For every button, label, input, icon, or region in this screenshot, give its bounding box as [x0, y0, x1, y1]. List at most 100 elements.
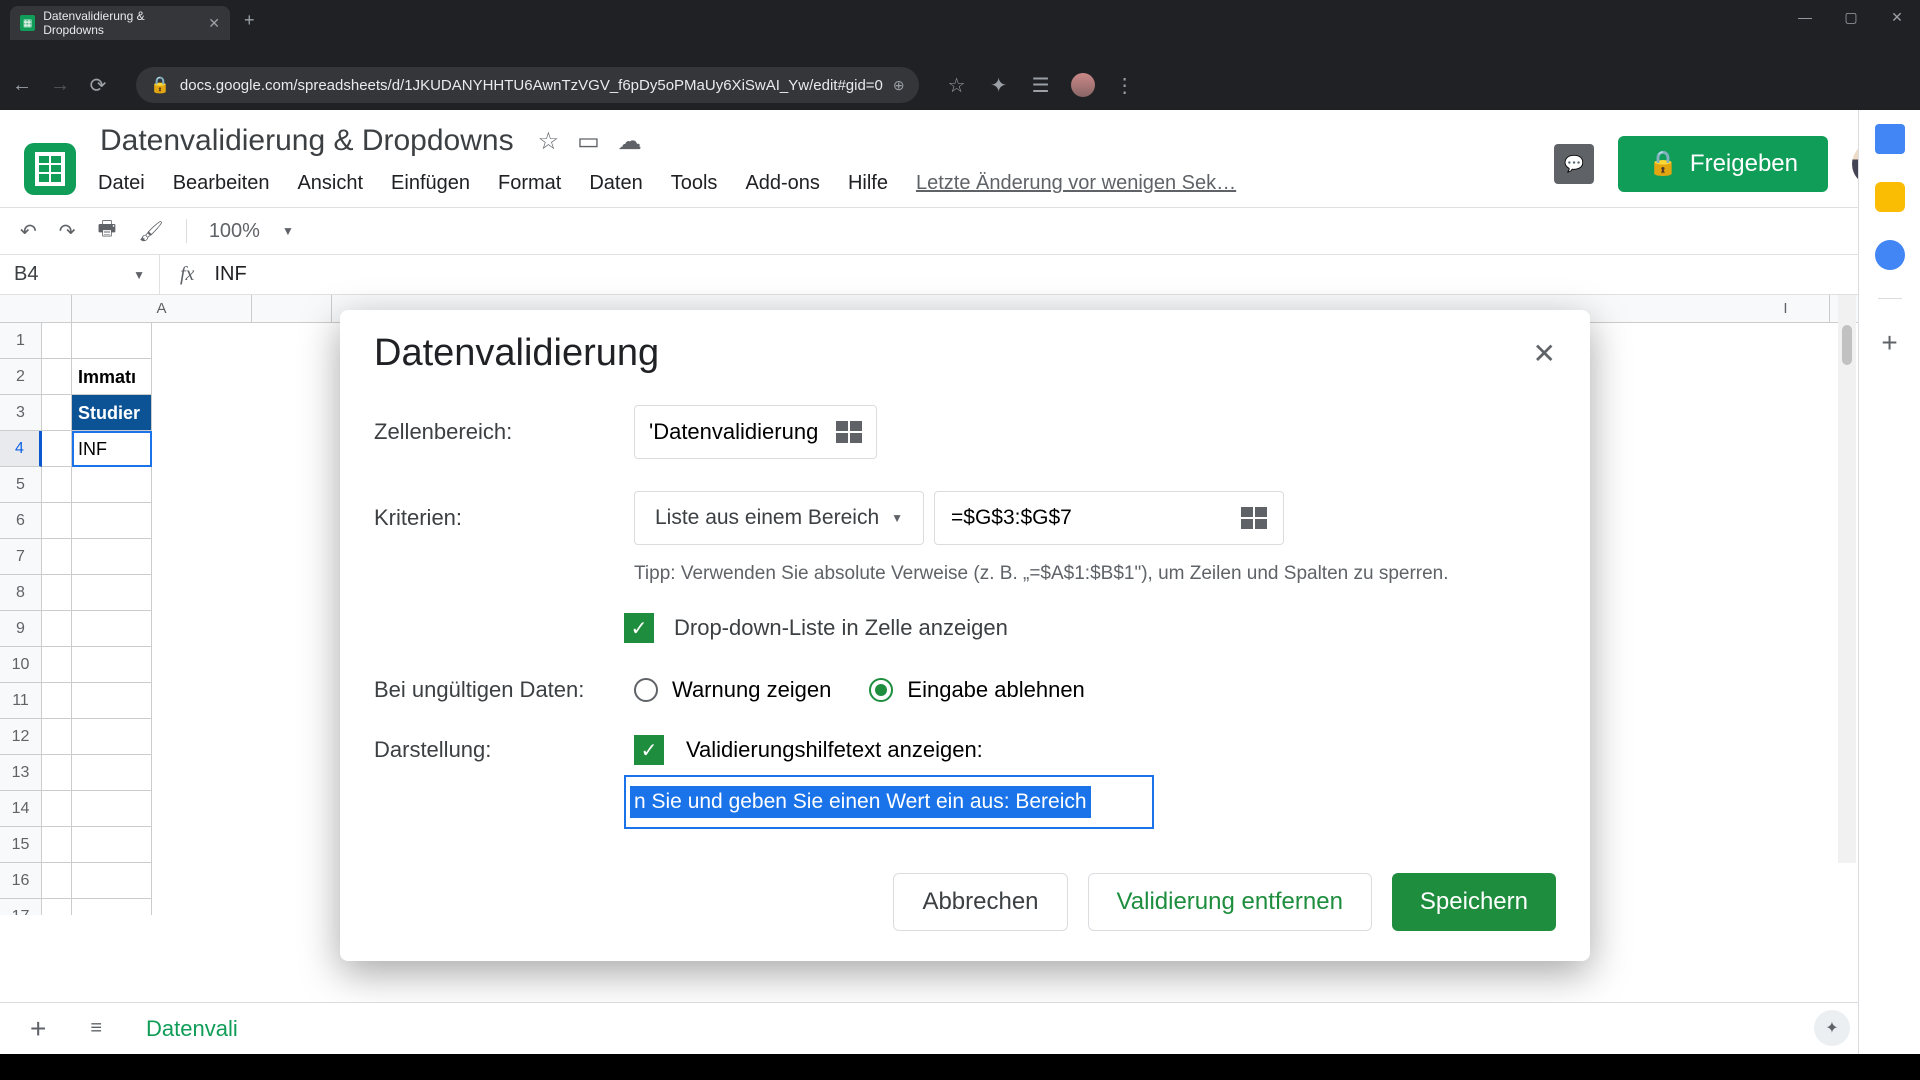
browser-tab[interactable]: ▦ Datenvalidierung & Dropdowns ✕ [10, 6, 230, 40]
vertical-scrollbar[interactable] [1838, 295, 1856, 863]
cell[interactable] [42, 791, 72, 827]
cell[interactable] [42, 899, 72, 915]
cell[interactable] [72, 683, 152, 719]
maximize-icon[interactable]: ▢ [1828, 0, 1874, 34]
row-header[interactable]: 13 [0, 755, 42, 791]
zoom-indicator-icon[interactable]: ⊕ [893, 77, 905, 94]
remove-validation-button[interactable]: Validierung entfernen [1088, 873, 1372, 931]
show-dropdown-checkbox[interactable]: ✓ [624, 613, 654, 643]
all-sheets-button[interactable]: ≡ [76, 1017, 116, 1040]
criteria-type-select[interactable]: Liste aus einem Bereich ▼ [634, 491, 924, 545]
cell[interactable] [72, 719, 152, 755]
cell[interactable] [72, 863, 152, 899]
close-dialog-icon[interactable]: ✕ [1533, 337, 1556, 370]
show-helptext-checkbox[interactable]: ✓ [634, 735, 664, 765]
col-header-A[interactable]: A [72, 295, 252, 322]
menu-hilfe[interactable]: Hilfe [848, 172, 888, 195]
criteria-range-input[interactable]: =$G$3:$G$7 [934, 491, 1284, 545]
row-header[interactable]: 15 [0, 827, 42, 863]
extensions-icon[interactable]: ✦ [987, 73, 1011, 98]
menu-bearbeiten[interactable]: Bearbeiten [173, 172, 270, 195]
cell[interactable]: INF [72, 431, 152, 467]
comments-icon[interactable]: 💬 [1554, 144, 1594, 184]
print-icon[interactable]: 🖶 [98, 214, 117, 248]
last-edit-link[interactable]: Letzte Änderung vor wenigen Sek… [916, 172, 1236, 195]
cell[interactable] [42, 647, 72, 683]
select-all-corner[interactable] [0, 295, 72, 322]
show-warning-radio[interactable] [634, 678, 658, 702]
cell[interactable] [42, 719, 72, 755]
calendar-icon[interactable] [1875, 124, 1905, 154]
cell[interactable] [72, 467, 152, 503]
row-header[interactable]: 10 [0, 647, 42, 683]
back-icon[interactable]: ← [10, 74, 34, 97]
save-button[interactable]: Speichern [1392, 873, 1556, 931]
cell[interactable] [42, 539, 72, 575]
row-header[interactable]: 8 [0, 575, 42, 611]
cell[interactable] [42, 863, 72, 899]
cell[interactable] [72, 611, 152, 647]
tasks-icon[interactable] [1875, 240, 1905, 270]
row-header[interactable]: 3 [0, 395, 42, 431]
menu-ansicht[interactable]: Ansicht [297, 172, 363, 195]
cell[interactable] [42, 467, 72, 503]
cell[interactable] [42, 755, 72, 791]
select-range-icon[interactable] [1241, 507, 1267, 529]
move-icon[interactable]: ▭ [577, 127, 600, 156]
cell[interactable] [42, 827, 72, 863]
row-header[interactable]: 1 [0, 323, 42, 359]
cell[interactable] [72, 791, 152, 827]
cell[interactable] [42, 683, 72, 719]
close-tab-icon[interactable]: ✕ [208, 15, 220, 32]
add-addon-icon[interactable]: + [1881, 327, 1897, 359]
browser-menu-icon[interactable]: ⋮ [1113, 73, 1137, 98]
row-header[interactable]: 11 [0, 683, 42, 719]
reload-icon[interactable]: ⟳ [86, 73, 110, 98]
helptext-input[interactable]: n Sie und geben Sie einen Wert ein aus: … [624, 775, 1154, 829]
cancel-button[interactable]: Abbrechen [893, 873, 1067, 931]
cell[interactable]: Immatı [72, 359, 152, 395]
sheet-tab[interactable]: Datenvali [126, 1008, 258, 1050]
bookmark-icon[interactable]: ☆ [945, 73, 969, 98]
row-header[interactable]: 17 [0, 899, 42, 915]
keep-icon[interactable] [1875, 182, 1905, 212]
cell[interactable] [72, 647, 152, 683]
col-header-B[interactable] [252, 295, 332, 322]
profile-avatar[interactable] [1071, 73, 1095, 97]
menu-format[interactable]: Format [498, 172, 561, 195]
menu-addons[interactable]: Add-ons [745, 172, 820, 195]
reading-list-icon[interactable]: ☰ [1029, 73, 1053, 98]
reject-input-radio[interactable] [869, 678, 893, 702]
row-header[interactable]: 9 [0, 611, 42, 647]
row-header[interactable]: 16 [0, 863, 42, 899]
formula-value[interactable]: INF [214, 263, 246, 286]
explore-button[interactable]: ✦ [1814, 1010, 1850, 1046]
new-tab-button[interactable]: + [230, 10, 269, 31]
menu-tools[interactable]: Tools [671, 172, 718, 195]
share-button[interactable]: 🔒 Freigeben [1618, 136, 1828, 192]
redo-icon[interactable]: ↷ [59, 219, 76, 244]
menu-daten[interactable]: Daten [589, 172, 642, 195]
row-header[interactable]: 2 [0, 359, 42, 395]
close-window-icon[interactable]: ✕ [1874, 0, 1920, 34]
address-bar[interactable]: 🔒 docs.google.com/spreadsheets/d/1JKUDAN… [136, 67, 919, 103]
cell[interactable] [42, 575, 72, 611]
row-header[interactable]: 7 [0, 539, 42, 575]
cell[interactable] [72, 323, 152, 359]
row-header[interactable]: 12 [0, 719, 42, 755]
undo-icon[interactable]: ↶ [20, 219, 37, 244]
menu-einfuegen[interactable]: Einfügen [391, 172, 470, 195]
cell[interactable] [42, 503, 72, 539]
add-sheet-button[interactable]: + [10, 1013, 66, 1045]
row-header[interactable]: 6 [0, 503, 42, 539]
name-box[interactable]: B4 ▼ [0, 255, 160, 294]
cell[interactable] [42, 611, 72, 647]
paint-format-icon[interactable]: 🖌 [138, 219, 163, 244]
cell[interactable] [72, 899, 152, 915]
row-header[interactable]: 4 [0, 431, 42, 467]
menu-datei[interactable]: Datei [98, 172, 145, 195]
minimize-icon[interactable]: ― [1782, 0, 1828, 34]
cloud-status-icon[interactable]: ☁ [618, 127, 642, 156]
row-header[interactable]: 5 [0, 467, 42, 503]
select-range-icon[interactable] [836, 421, 862, 443]
